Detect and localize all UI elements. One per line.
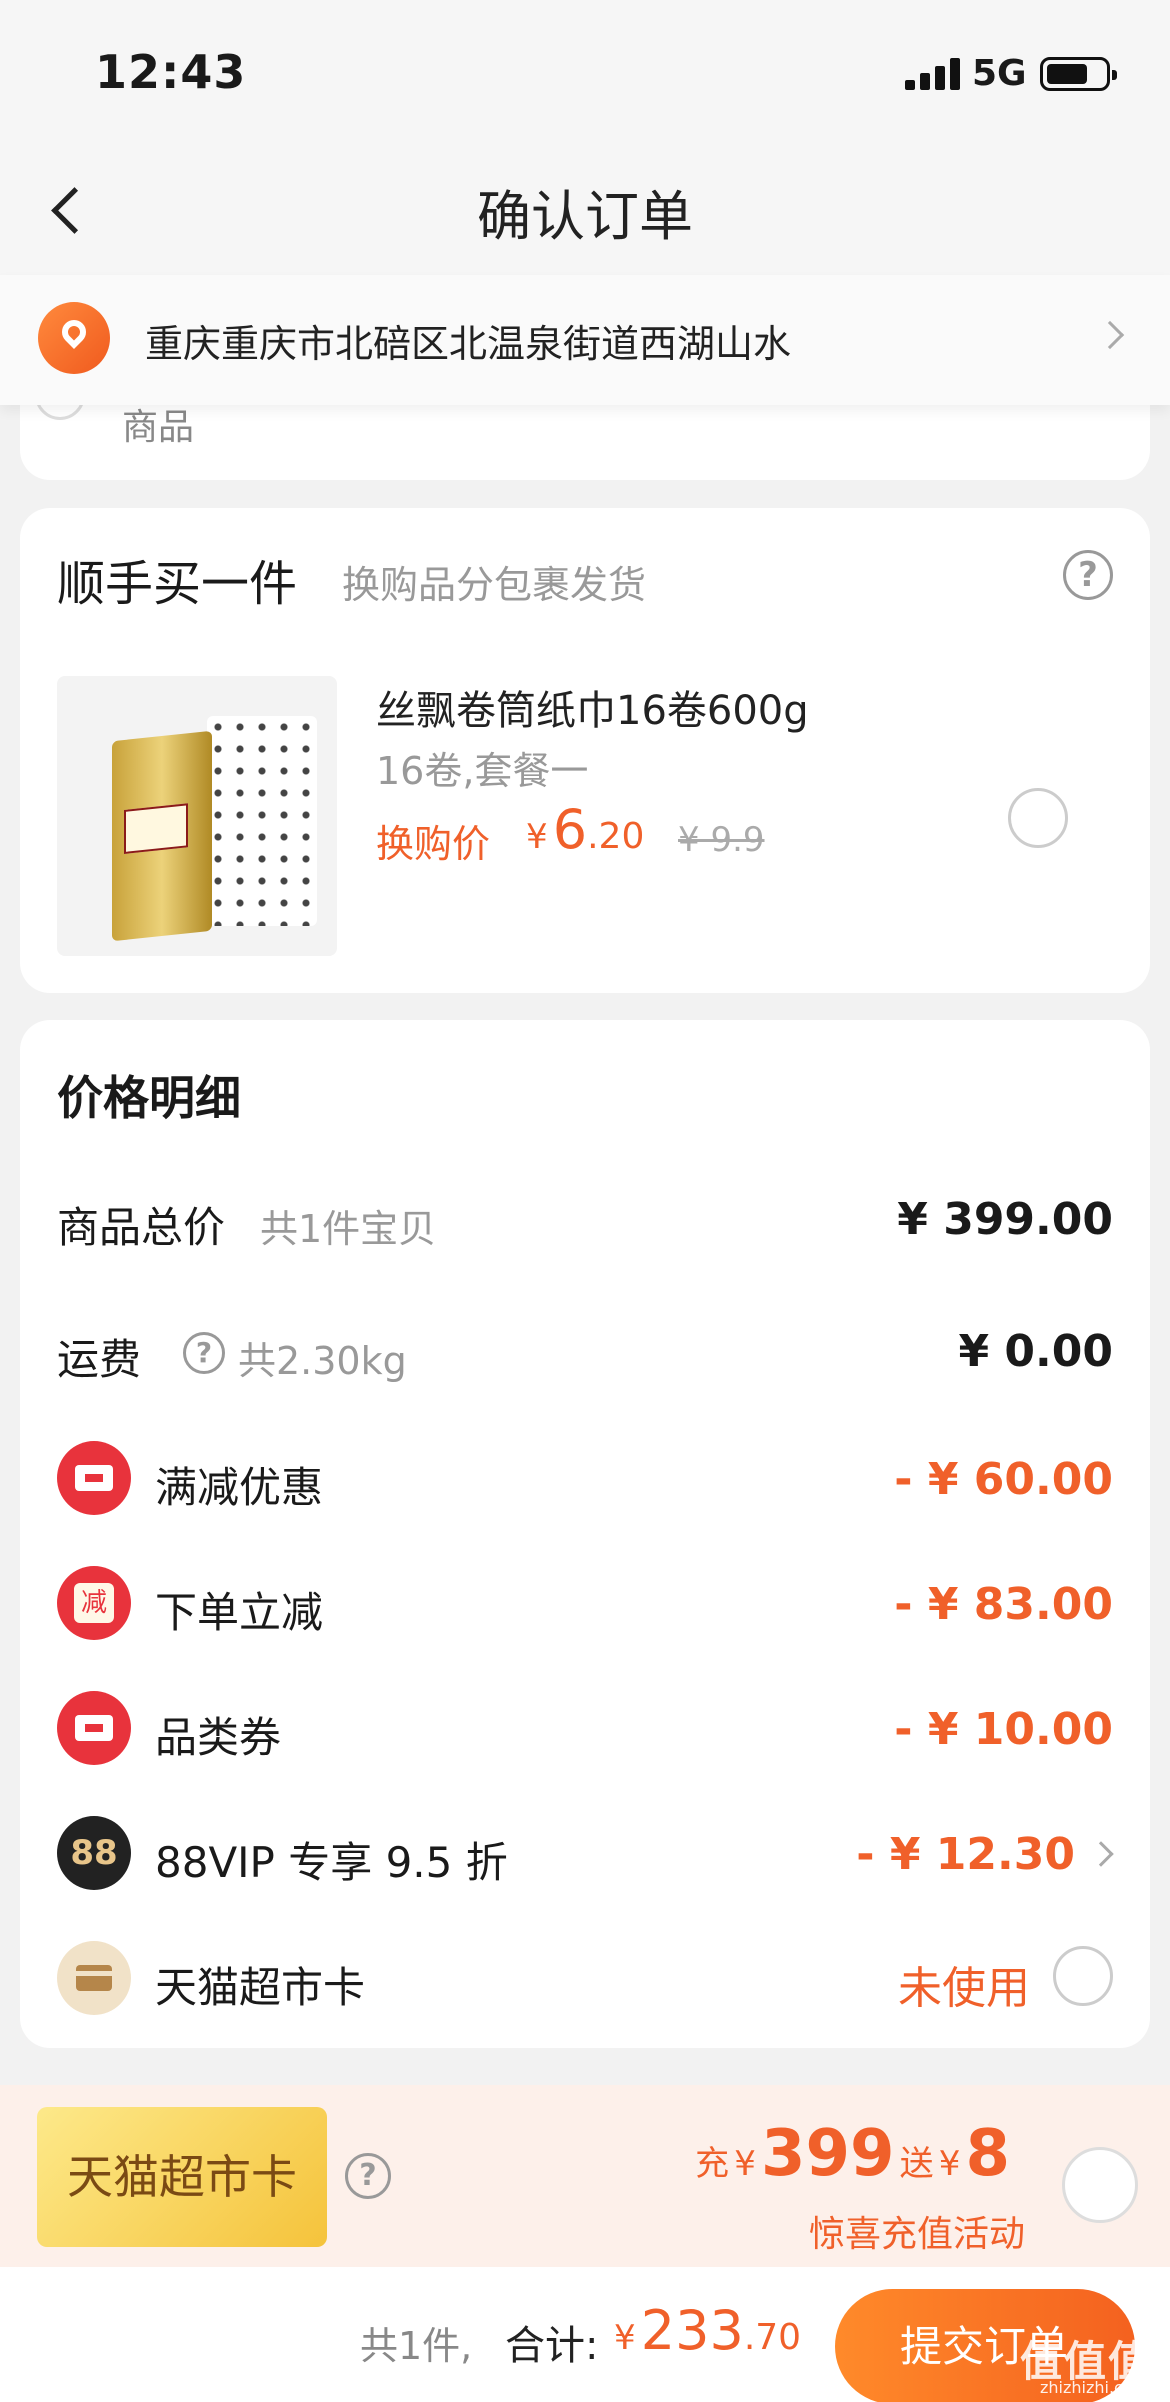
price-detail-card: 价格明细 商品总价 共1件宝贝 ¥ 399.00 运费 ? 共2.30kg ¥ … (20, 1020, 1150, 2048)
address-bar[interactable]: 重庆重庆市北碚区北温泉街道西湖山水 (0, 275, 1170, 405)
supermarket-card-badge: 天猫超市卡 (37, 2107, 327, 2247)
currency-symbol: ¥ (526, 817, 548, 857)
battery-icon (1040, 57, 1117, 91)
location-pin-icon (38, 302, 110, 374)
addon-subtitle: 换购品分包裹发货 (342, 563, 647, 607)
price-detail-title: 价格明细 (57, 1071, 241, 1125)
vip-discount-row[interactable]: 88 88VIP 专享 9.5 折 - ¥ 12.30 (20, 1813, 1150, 1893)
product-name[interactable]: 丝飘卷筒纸巾16卷600g (376, 678, 809, 736)
ticket-icon (57, 1441, 131, 1515)
currency-symbol: ¥ (734, 2144, 756, 2184)
help-icon[interactable]: ? (183, 1332, 225, 1374)
goods-total-label: 商品总价 (57, 1203, 226, 1252)
help-icon[interactable]: ? (1063, 550, 1113, 600)
total-decimal: .70 (743, 2317, 802, 2358)
addon-select-radio[interactable] (1008, 788, 1068, 848)
supermarket-card-row: 天猫超市卡 未使用 (20, 1938, 1150, 2018)
shipping-weight: 共2.30kg (238, 1339, 407, 1383)
discount-row: 减 下单立减 - ¥ 83.00 (20, 1563, 1150, 1643)
promo-select-radio[interactable] (1062, 2147, 1138, 2223)
total-integer: 233 (640, 2299, 744, 2362)
network-label: 5G (972, 53, 1027, 94)
goods-total-row: 商品总价 共1件宝贝 ¥ 399.00 (20, 1178, 1150, 1258)
recharge-offer: 充 ¥ 399 送 ¥ 8 (695, 2117, 1010, 2191)
page-title: 确认订单 (477, 185, 693, 248)
signal-icon (905, 58, 961, 90)
supermarket-card-status: 未使用 (898, 1963, 1030, 2014)
discount-label: 88VIP 专享 9.5 折 (155, 1838, 508, 1887)
status-bar: 12:43 5G (0, 0, 1170, 150)
discount-value: - ¥ 12.30 (856, 1829, 1075, 1880)
promo-subtitle: 惊喜充值活动 (808, 2214, 1025, 2255)
addon-title: 顺手买一件 (57, 556, 298, 612)
nav-bar: 确认订单 (0, 150, 1170, 275)
discount-label: 品类券 (155, 1713, 282, 1762)
vip-icon: 88 (57, 1816, 131, 1890)
shipping-row: 运费 ? 共2.30kg ¥ 0.00 (20, 1310, 1150, 1390)
checkout-bar: 共1件, 合计: ¥ 233.70 提交订单 (0, 2267, 1170, 2402)
previous-card-text: 商品 (122, 407, 195, 448)
product-price: ¥ 6.20 (526, 798, 644, 861)
discount-label: 下单立减 (155, 1588, 324, 1637)
jian-icon: 减 (57, 1566, 131, 1640)
currency-symbol: ¥ (938, 2144, 961, 2184)
discount-row: 品类券 - ¥ 10.00 (20, 1688, 1150, 1768)
discount-value: - ¥ 60.00 (894, 1454, 1113, 1505)
goods-total-value: ¥ 399.00 (897, 1194, 1113, 1245)
charge-word: 充 (695, 2144, 730, 2184)
total-label: 合计: (505, 2323, 599, 2369)
price-decimal: .20 (587, 816, 645, 857)
price-integer: 6 (552, 798, 588, 861)
ticket-icon (57, 1691, 131, 1765)
discount-value: - ¥ 83.00 (894, 1579, 1113, 1630)
address-text: 重庆重庆市北碚区北温泉街道西湖山水 (145, 322, 792, 366)
shipping-label: 运费 (57, 1335, 142, 1384)
gift-amount: 8 (965, 2117, 1010, 2191)
supermarket-card-label: 天猫超市卡 (155, 1963, 366, 2012)
addon-card: 顺手买一件 换购品分包裹发货 ? 丝飘卷筒纸巾16卷600g 16卷,套餐一 换… (20, 508, 1150, 993)
gift-word: 送 (899, 2144, 934, 2184)
discount-row: 满减优惠 - ¥ 60.00 (20, 1438, 1150, 1518)
chevron-right-icon (1088, 1841, 1114, 1867)
chevron-right-icon (1095, 320, 1125, 350)
item-count: 共1件, (360, 2324, 473, 2368)
charge-amount: 399 (760, 2117, 895, 2191)
shipping-value: ¥ 0.00 (958, 1326, 1114, 1377)
product-image[interactable] (57, 676, 337, 956)
product-spec: 16卷,套餐一 (376, 749, 589, 793)
original-price: ¥ 9.9 (678, 820, 765, 860)
watermark-url: zhizhizhi.com (1040, 2378, 1149, 2397)
status-time: 12:43 (95, 45, 247, 99)
discount-label: 满减优惠 (155, 1463, 324, 1512)
help-icon[interactable]: ? (345, 2153, 391, 2199)
supermarket-card-radio[interactable] (1053, 1946, 1113, 2006)
total-amount: ¥ 233.70 (614, 2299, 801, 2362)
discount-value: - ¥ 10.00 (894, 1704, 1113, 1755)
recharge-promo-banner: 天猫超市卡 ? 充 ¥ 399 送 ¥ 8 惊喜充值活动 (0, 2085, 1170, 2267)
goods-count: 共1件宝贝 (260, 1207, 437, 1251)
price-label: 换购价 (376, 822, 491, 866)
currency-symbol: ¥ (614, 2318, 636, 2358)
card-icon (57, 1941, 131, 2015)
